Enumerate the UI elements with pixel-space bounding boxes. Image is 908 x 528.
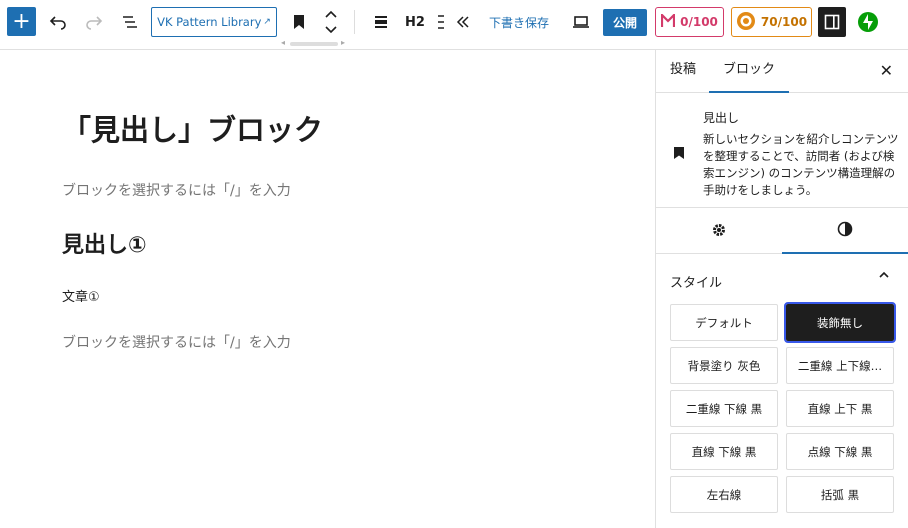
inspector-tabs bbox=[656, 209, 908, 254]
style-option-button[interactable]: 点線 下線 黒 bbox=[786, 433, 894, 470]
editor-canvas: 「見出し」ブロック ブロックを選択するには「/」を入力 見出し① 文章① ブロッ… bbox=[0, 50, 655, 528]
style-option-button[interactable]: 装飾無し bbox=[784, 302, 896, 343]
tab-post[interactable]: 投稿 bbox=[656, 50, 710, 93]
align-icon[interactable] bbox=[372, 0, 390, 44]
close-icon[interactable]: ✕ bbox=[880, 61, 893, 80]
sidebar-tabs: 投稿 ブロック ✕ bbox=[656, 50, 908, 93]
bookmark-icon[interactable] bbox=[290, 0, 308, 44]
block-placeholder[interactable]: ブロックを選択するには「/」を入力 bbox=[62, 180, 291, 200]
list-view-icon[interactable] bbox=[119, 0, 141, 44]
seo-score-icon bbox=[661, 11, 676, 31]
add-block-button[interactable]: + bbox=[7, 7, 36, 36]
gear-icon bbox=[711, 222, 727, 242]
chevron-up-icon[interactable] bbox=[878, 268, 890, 284]
post-title[interactable]: 「見出し」ブロック bbox=[62, 107, 323, 149]
vk-pattern-library-label: VK Pattern Library bbox=[157, 15, 262, 29]
toolbar-scroll-indicator[interactable] bbox=[290, 42, 338, 46]
seo-score-button[interactable]: 0/100 bbox=[655, 7, 724, 37]
heading-block[interactable]: 見出し① bbox=[62, 227, 147, 259]
block-card-description: 新しいセクションを紹介しコンテンツを整理することで、訪問者 (および検索エンジン… bbox=[703, 132, 899, 197]
more-options-icon[interactable] bbox=[436, 0, 446, 44]
style-panel-title: スタイル bbox=[670, 276, 723, 291]
vk-pattern-library-button[interactable]: VK Pattern Library ↗ bbox=[151, 7, 277, 37]
move-up-down-icon[interactable] bbox=[322, 0, 340, 44]
scroll-left-icon[interactable]: ◂ bbox=[281, 38, 285, 47]
style-option-button[interactable]: 直線 上下 黒 bbox=[786, 390, 894, 427]
scroll-right-icon[interactable]: ▸ bbox=[341, 38, 345, 47]
editor-toolbar: + VK Pattern Library↗ H2 下書き保存 公開 0/100 bbox=[0, 0, 908, 50]
style-option-button[interactable]: 背景塗り 灰色 bbox=[670, 347, 778, 384]
paragraph-block[interactable]: 文章① bbox=[62, 286, 100, 305]
seo-score-value: 0/100 bbox=[680, 15, 718, 29]
style-option-button[interactable]: 直線 下線 黒 bbox=[670, 433, 778, 470]
tab-styles[interactable] bbox=[782, 209, 908, 254]
bookmark-icon bbox=[673, 145, 685, 164]
style-option-button[interactable]: 括弧 黒 bbox=[786, 476, 894, 513]
style-option-button[interactable]: デフォルト bbox=[670, 304, 778, 341]
tab-settings[interactable] bbox=[656, 209, 782, 254]
heading-level-button[interactable]: H2 bbox=[402, 0, 428, 44]
undo-icon[interactable] bbox=[47, 0, 69, 44]
toolbar-divider bbox=[354, 10, 355, 34]
block-card-title: 見出し bbox=[703, 111, 740, 125]
collapse-chevron-icon[interactable] bbox=[454, 0, 472, 44]
style-option-button[interactable]: 二重線 下線 黒 bbox=[670, 390, 778, 427]
tab-block[interactable]: ブロック bbox=[709, 50, 790, 93]
settings-sidebar-toggle[interactable] bbox=[818, 7, 846, 37]
style-option-button[interactable]: 二重線 上下線… bbox=[786, 347, 894, 384]
save-draft-button[interactable]: 下書き保存 bbox=[486, 0, 552, 44]
preview-icon[interactable] bbox=[570, 0, 592, 44]
readability-score-button[interactable]: 70/100 bbox=[731, 7, 812, 37]
style-option-button[interactable]: 左右線 bbox=[670, 476, 778, 513]
redo-icon[interactable] bbox=[83, 0, 105, 44]
external-link-icon: ↗ bbox=[263, 17, 271, 27]
readability-score-icon bbox=[736, 11, 756, 34]
block-card: 見出し 新しいセクションを紹介しコンテンツを整理することで、訪問者 (および検索… bbox=[656, 94, 908, 208]
readability-score-value: 70/100 bbox=[760, 15, 808, 29]
jetpack-icon[interactable] bbox=[854, 8, 882, 36]
block-placeholder[interactable]: ブロックを選択するには「/」を入力 bbox=[62, 332, 291, 352]
contrast-icon bbox=[837, 221, 853, 241]
publish-button[interactable]: 公開 bbox=[603, 9, 647, 36]
settings-sidebar: 投稿 ブロック ✕ 見出し 新しいセクションを紹介しコンテンツを整理することで、… bbox=[655, 50, 908, 528]
